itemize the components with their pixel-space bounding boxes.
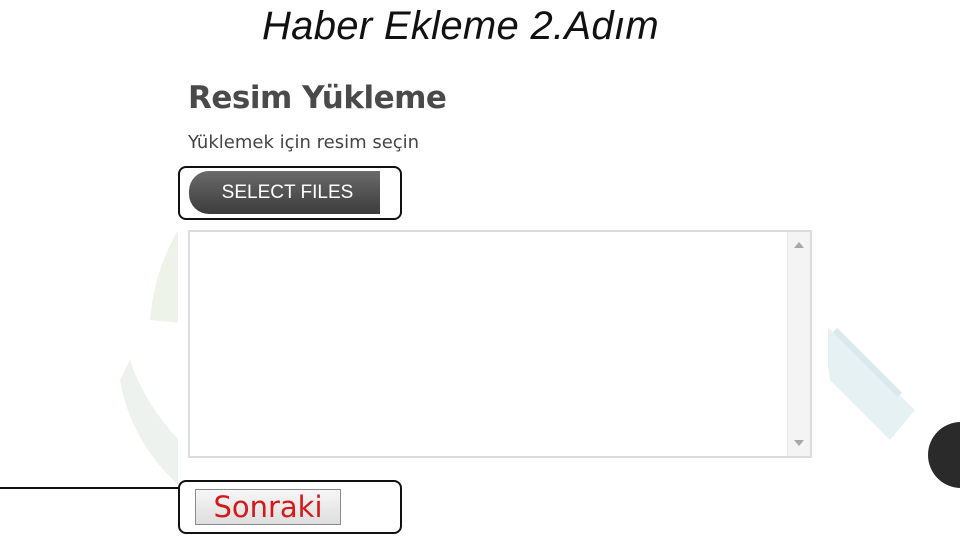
slide-title: Haber Ekleme 2.Adım [262,4,659,48]
file-list-textarea[interactable] [188,230,812,458]
callout-connector-line [0,487,180,489]
next-button-highlight [178,480,402,534]
scroll-up-icon[interactable] [794,242,804,248]
select-files-highlight [178,166,402,220]
scroll-down-icon[interactable] [794,440,804,446]
section-heading: Resim Yükleme [188,80,447,116]
upload-instruction: Yüklemek için resim seçin [188,132,420,153]
textarea-scrollbar[interactable] [787,232,810,456]
